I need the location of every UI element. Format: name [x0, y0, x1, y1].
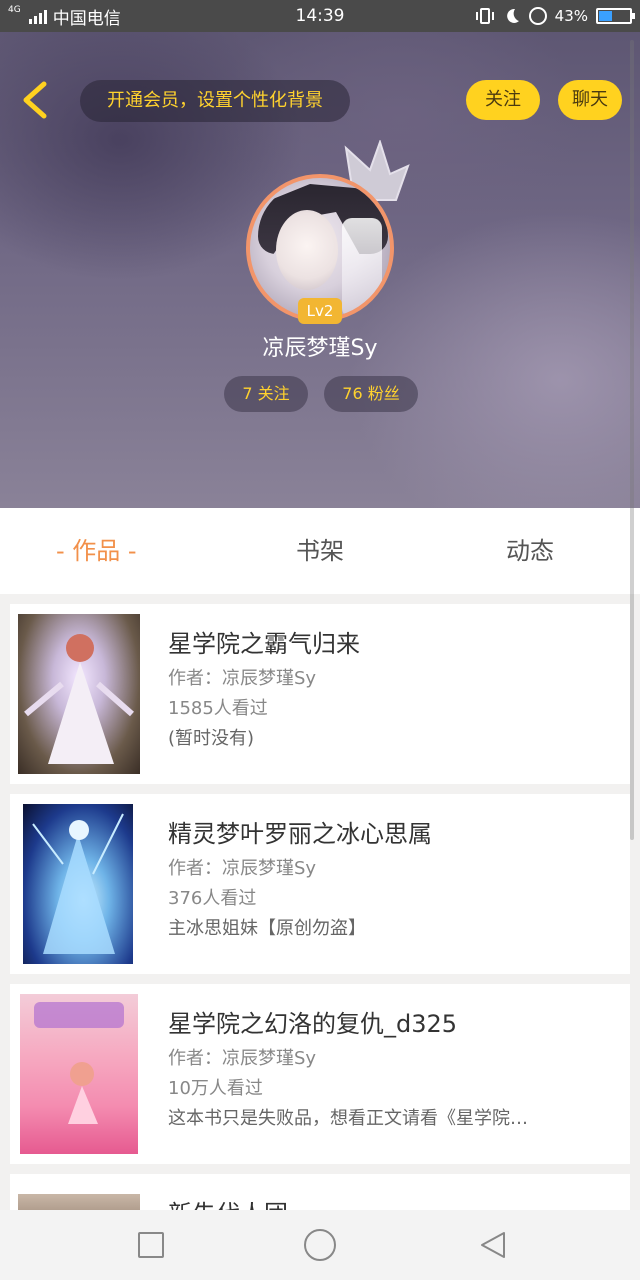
- recent-apps-button[interactable]: [138, 1232, 164, 1258]
- avatar-face: [276, 210, 338, 290]
- battery-level: [599, 11, 612, 21]
- status-bar: 4G 中国电信 14:39 43%: [0, 0, 640, 32]
- rotation-lock-icon: [528, 7, 547, 25]
- system-back-button[interactable]: [478, 1230, 508, 1260]
- work-card[interactable]: 新先代人团: [10, 1174, 630, 1214]
- avatar-veil: [342, 218, 382, 318]
- work-cover-image: [23, 804, 133, 964]
- work-views: 10万人看过: [168, 1078, 263, 1099]
- work-title: 星学院之霸气归来: [168, 630, 360, 658]
- work-description: 主冰思姐妹【原创勿盗】: [168, 918, 366, 939]
- moon-icon: [506, 8, 519, 23]
- tab-moments[interactable]: 动态: [506, 508, 554, 594]
- work-title: 星学院之幻洛的复仇_d325: [168, 1010, 458, 1038]
- fans-count-button[interactable]: 76 粉丝: [324, 376, 418, 412]
- battery-percent: 43%: [554, 7, 588, 25]
- level-badge: Lv2: [298, 298, 342, 324]
- profile-tabs: - 作品 - 书架 动态: [0, 508, 640, 594]
- work-description: (暂时没有): [168, 728, 255, 749]
- figure-illustration: [24, 634, 134, 764]
- work-description: 这本书只是失败品，想看正文请看《星学院…: [168, 1108, 528, 1129]
- figure-illustration: [26, 1002, 124, 1153]
- work-author: 作者：凉辰梦瑾Sy: [168, 1048, 317, 1069]
- username: 凉辰梦瑾Sy: [262, 336, 378, 361]
- scrollbar[interactable]: [630, 40, 634, 840]
- status-right: 43%: [475, 0, 635, 32]
- work-card[interactable]: 精灵梦叶罗丽之冰心思属 作者：凉辰梦瑾Sy 376人看过 主冰思姐妹【原创勿盗】: [10, 794, 630, 974]
- tab-works[interactable]: - 作品 -: [56, 508, 137, 594]
- work-card[interactable]: 星学院之霸气归来 作者：凉辰梦瑾Sy 1585人看过 (暂时没有): [10, 604, 630, 784]
- follow-button[interactable]: 关注: [466, 80, 540, 120]
- following-count-button[interactable]: 7 关注: [224, 376, 308, 412]
- work-author: 作者：凉辰梦瑾Sy: [168, 858, 317, 879]
- vibrate-icon: [475, 8, 494, 24]
- work-cover-image: [20, 994, 138, 1154]
- battery-icon: [596, 8, 635, 24]
- work-author: 作者：凉辰梦瑾Sy: [168, 668, 317, 689]
- vip-background-banner[interactable]: 开通会员，设置个性化背景: [80, 80, 350, 122]
- system-navigation-bar: [0, 1210, 640, 1280]
- home-button[interactable]: [304, 1229, 336, 1261]
- chat-button[interactable]: 聊天: [558, 80, 622, 120]
- work-views: 376人看过: [168, 888, 257, 909]
- figure-illustration: [32, 813, 124, 954]
- work-card[interactable]: 星学院之幻洛的复仇_d325 作者：凉辰梦瑾Sy 10万人看过 这本书只是失败品…: [10, 984, 630, 1164]
- back-button[interactable]: [18, 80, 52, 120]
- work-views: 1585人看过: [168, 698, 268, 719]
- tab-bookshelf[interactable]: 书架: [296, 508, 344, 594]
- work-title: 精灵梦叶罗丽之冰心思属: [168, 820, 432, 848]
- work-cover-image: [18, 614, 140, 774]
